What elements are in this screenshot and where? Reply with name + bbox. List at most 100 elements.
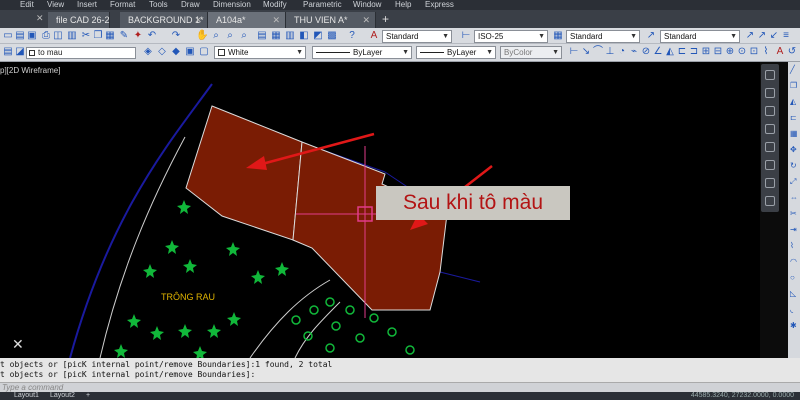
zoom-realtime-icon[interactable]: ⌕ — [210, 30, 222, 42]
menu-parametric[interactable]: Parametric — [303, 0, 342, 9]
copy-tool-icon[interactable]: ❐ — [790, 82, 798, 90]
publish-icon[interactable]: ▥ — [66, 30, 78, 42]
close-icon[interactable]: ✕ — [194, 12, 202, 28]
layer-select[interactable]: to mau — [26, 47, 136, 59]
command-input[interactable]: Type a command — [0, 382, 800, 392]
stretch-tool-icon[interactable]: ⇔ — [790, 194, 798, 202]
drawing-viewport[interactable]: p][2D Wireframe] TRÔNG RAU Sau khi tô mà… — [0, 62, 760, 358]
menu-window[interactable]: Window — [353, 0, 381, 9]
steering-wheel-icon[interactable] — [765, 70, 775, 80]
tolerance-icon[interactable]: ⊕ — [724, 46, 736, 58]
cut-icon[interactable]: ✂ — [80, 30, 92, 42]
mirror-tool-icon[interactable]: ◭ — [790, 98, 798, 106]
tab-a104a[interactable]: A104a* ✕ — [208, 12, 286, 28]
menu-express[interactable]: Express — [425, 0, 454, 9]
pan-nav-icon[interactable] — [765, 88, 775, 98]
quick-dimension-icon[interactable]: ◭ — [664, 46, 676, 58]
ordinate-icon[interactable]: ⊥ — [604, 46, 616, 58]
preview-icon[interactable]: ◫ — [52, 30, 64, 42]
space-icon[interactable]: ⊞ — [700, 46, 712, 58]
extend-tool-icon[interactable]: ⇥ — [790, 226, 798, 234]
tab-thu-vien[interactable]: THU VIEN A* ✕ — [286, 12, 376, 28]
menu-edit[interactable]: Edit — [20, 0, 34, 9]
layer-unisolate-icon[interactable]: ▢ — [198, 46, 210, 58]
match-layer-icon[interactable]: ◆ — [170, 46, 182, 58]
rotate-tool-icon[interactable]: ↻ — [790, 162, 798, 170]
menu-view[interactable]: View — [47, 0, 64, 9]
erase-tool-icon[interactable]: ╱ — [790, 66, 798, 74]
text-style-icon[interactable]: A — [368, 30, 380, 42]
sheet-set-icon[interactable]: ◧ — [298, 30, 310, 42]
aligned-dimension-icon[interactable]: ↘ — [580, 46, 592, 58]
multileader-style-select[interactable]: Standard ▼ — [660, 30, 740, 43]
layout-tab-1[interactable]: Layout1 — [14, 392, 39, 400]
menu-format[interactable]: Format — [110, 0, 135, 9]
fillet-tool-icon[interactable]: ◟ — [790, 306, 798, 314]
dim-style-select[interactable]: ISO-25 ▼ — [474, 30, 548, 43]
layer-previous-icon[interactable]: ◇ — [156, 46, 168, 58]
nav-extra-icon[interactable] — [765, 160, 775, 170]
explode-tool-icon[interactable]: ✱ — [790, 322, 798, 330]
dim-style-icon[interactable]: ⊢ — [460, 30, 472, 42]
dimension-edit-icon[interactable]: A — [774, 46, 786, 58]
trim-tool-icon[interactable]: ✂ — [790, 210, 798, 218]
diameter-icon[interactable]: ⊘ — [640, 46, 652, 58]
table-style-select[interactable]: Standard ▼ — [566, 30, 640, 43]
zoom-nav-icon[interactable] — [765, 106, 775, 116]
menu-draw[interactable]: Draw — [181, 0, 200, 9]
zoom-window-icon[interactable]: ⌕ — [224, 30, 236, 42]
hatch-region-left[interactable] — [185, 105, 303, 241]
paste-icon[interactable]: ▦ — [104, 30, 116, 42]
radius-icon[interactable]: ◔ — [616, 46, 628, 58]
orbit-nav-icon[interactable] — [765, 124, 775, 134]
open-icon[interactable]: ▤ — [14, 30, 26, 42]
undo-icon[interactable]: ↶ — [146, 30, 158, 42]
new-tab-plus-icon[interactable]: + — [382, 12, 389, 26]
save-icon[interactable]: ▣ — [26, 30, 38, 42]
multileader-style-icon[interactable]: ↗ — [645, 30, 657, 42]
pan-icon[interactable]: ✋ — [196, 30, 208, 42]
baseline-icon[interactable]: ⊏ — [676, 46, 688, 58]
layer-isolate-icon[interactable]: ▣ — [184, 46, 196, 58]
break-tool-icon[interactable]: ⌇ — [790, 242, 798, 250]
add-leader-icon[interactable]: ↗ — [756, 30, 768, 42]
jogged-linear-icon[interactable]: ⌇ — [760, 46, 772, 58]
match-properties-icon[interactable]: ✎ — [118, 30, 130, 42]
showmotion-icon[interactable] — [765, 142, 775, 152]
linear-dimension-icon[interactable]: ⊢ — [568, 46, 580, 58]
zoom-previous-icon[interactable]: ⌕ — [238, 30, 250, 42]
nav-extra-icon[interactable] — [765, 178, 775, 188]
arc-tool-icon[interactable]: ◠ — [790, 258, 798, 266]
tab-file-cad[interactable]: file CAD 26-2* — [48, 12, 110, 28]
add-layout-plus-icon[interactable]: + — [86, 392, 90, 400]
menu-help[interactable]: Help — [395, 0, 411, 9]
print-icon[interactable]: ⎙ — [40, 30, 52, 42]
layer-properties-icon[interactable]: ▤ — [2, 46, 14, 58]
scale-tool-icon[interactable]: ⤢ — [790, 178, 798, 186]
design-center-icon[interactable]: ▦ — [270, 30, 282, 42]
chamfer-tool-icon[interactable]: ◺ — [790, 290, 798, 298]
close-icon[interactable]: ✕ — [272, 12, 280, 28]
inspection-icon[interactable]: ⊡ — [748, 46, 760, 58]
table-style-icon[interactable]: ▦ — [552, 30, 564, 42]
menu-modify[interactable]: Modify — [263, 0, 287, 9]
help-icon[interactable]: ? — [346, 30, 358, 42]
jogged-icon[interactable]: ⌁ — [628, 46, 640, 58]
tool-palettes-icon[interactable]: ▥ — [284, 30, 296, 42]
offset-tool-icon[interactable]: ⊏ — [790, 114, 798, 122]
center-mark-icon[interactable]: ⊙ — [736, 46, 748, 58]
tab-background[interactable]: BACKGROUND 1* ✕ — [120, 12, 208, 28]
make-current-icon[interactable]: ◈ — [142, 46, 154, 58]
remove-leader-icon[interactable]: ↙ — [768, 30, 780, 42]
close-icon[interactable]: ✕ — [362, 12, 370, 28]
color-select[interactable]: White ▼ — [214, 46, 306, 59]
continue-icon[interactable]: ⊐ — [688, 46, 700, 58]
move-tool-icon[interactable]: ✥ — [790, 146, 798, 154]
dimension-update-icon[interactable]: ↺ — [786, 46, 798, 58]
nav-extra-icon[interactable] — [765, 196, 775, 206]
copy-icon[interactable]: ❐ — [92, 30, 104, 42]
menu-dimension[interactable]: Dimension — [213, 0, 251, 9]
close-icon[interactable]: ✕ — [36, 13, 44, 24]
redo-icon[interactable]: ↷ — [170, 30, 182, 42]
lineweight-select[interactable]: ByLayer ▼ — [416, 46, 496, 59]
